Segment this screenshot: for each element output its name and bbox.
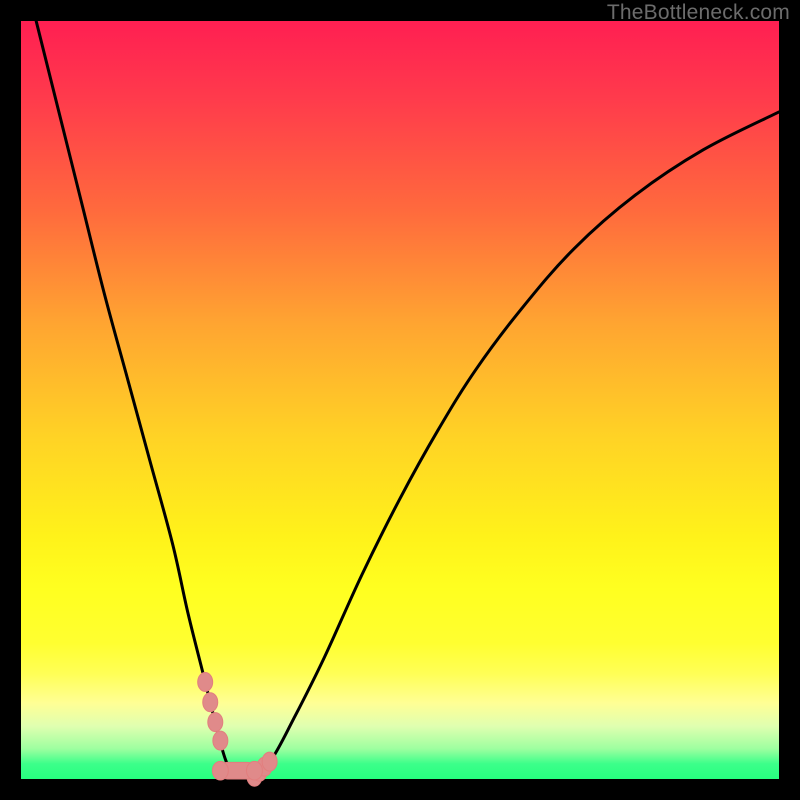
watermark-text: TheBottleneck.com [607,1,790,25]
plot-gradient-area [21,21,779,779]
